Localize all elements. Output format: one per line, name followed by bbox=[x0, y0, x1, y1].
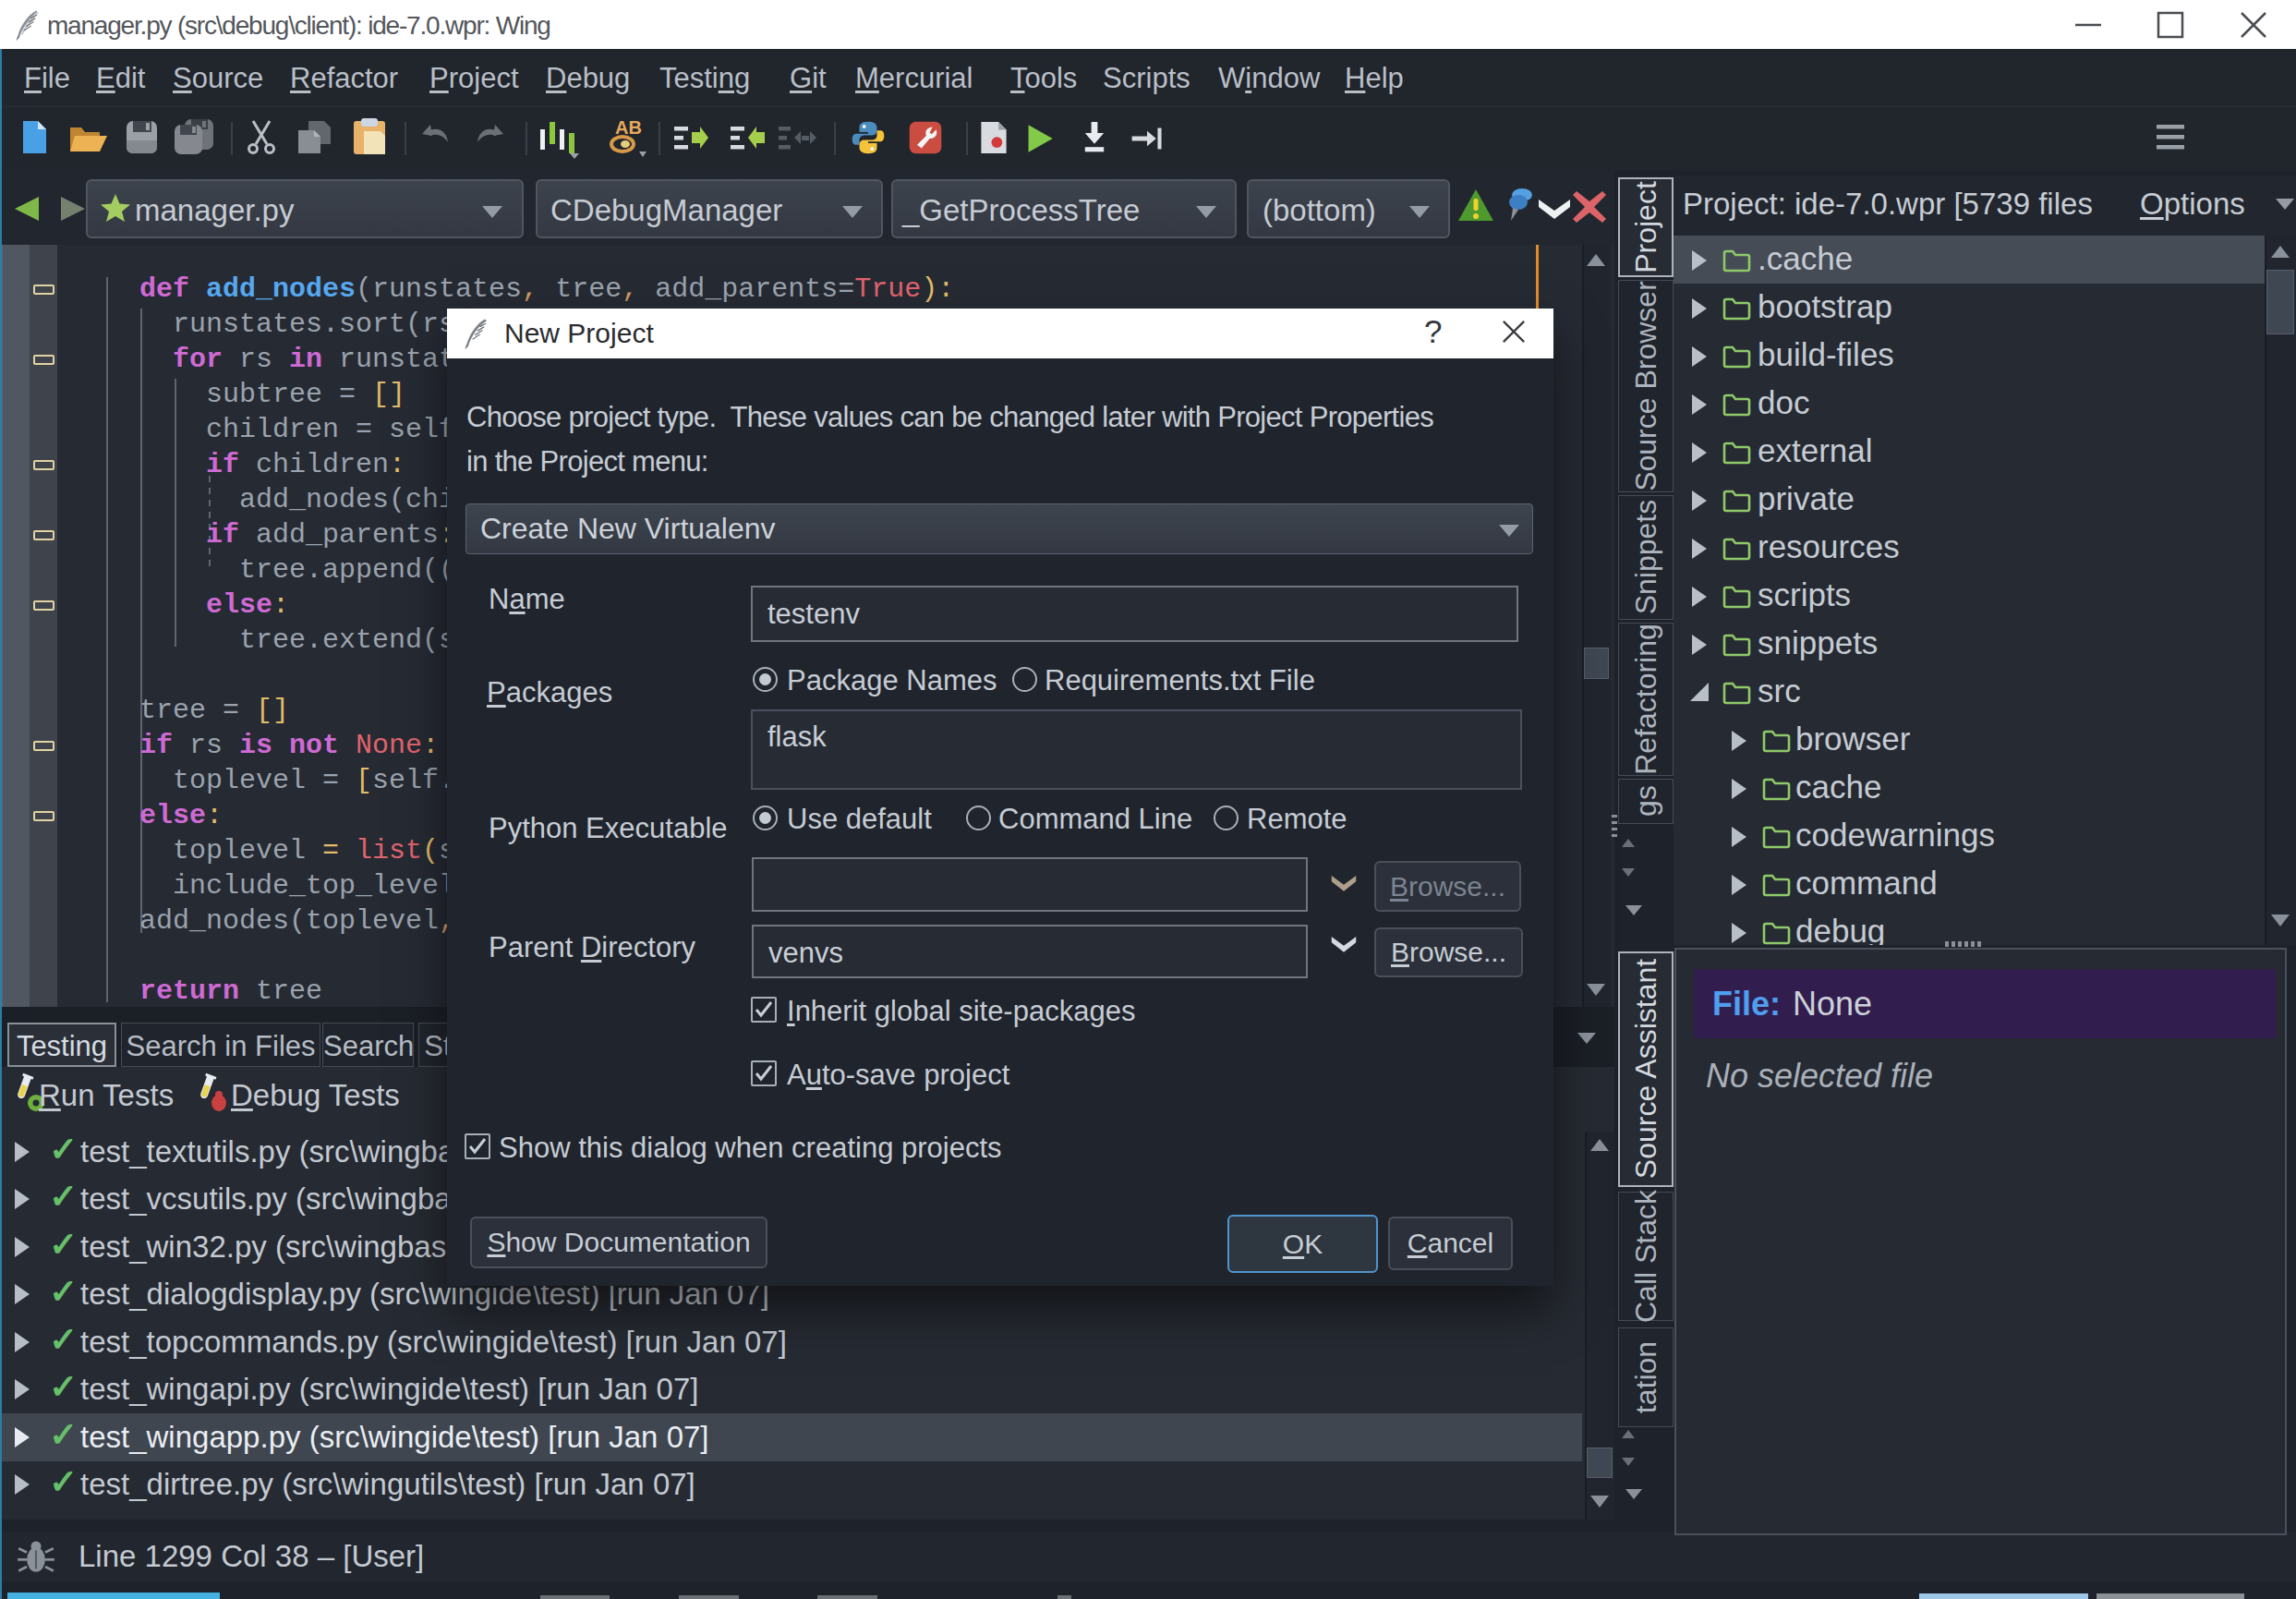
svg-text:AB: AB bbox=[615, 118, 642, 138]
